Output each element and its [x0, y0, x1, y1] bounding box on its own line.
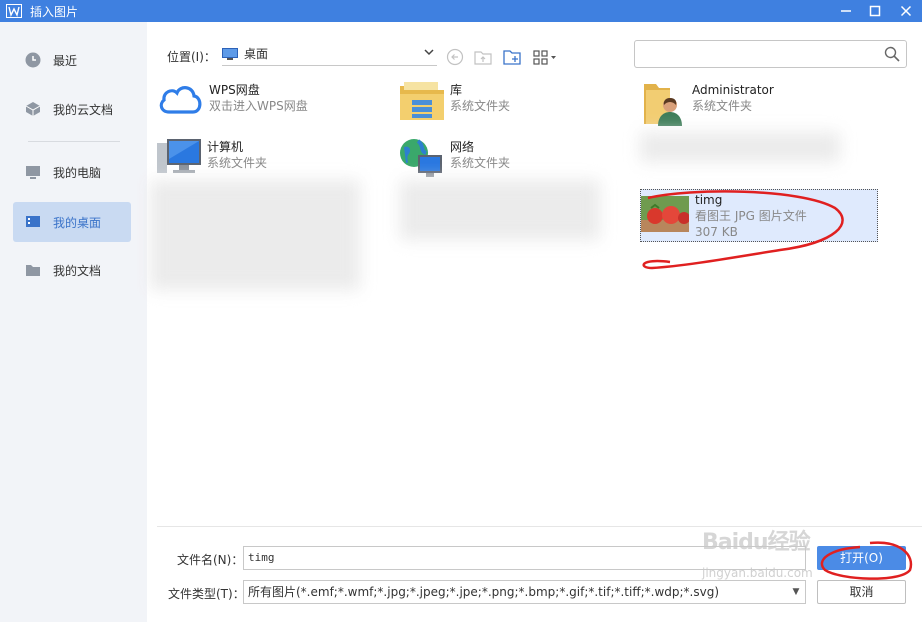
back-button[interactable]	[445, 47, 465, 67]
view-mode-button[interactable]	[532, 47, 560, 67]
network-globe-icon	[398, 137, 448, 181]
monitor-icon	[25, 164, 41, 180]
file-name: 网络	[450, 140, 475, 154]
sidebar: 最近 我的云文档 我的电脑 我的桌面 我的文档	[0, 22, 147, 622]
sidebar-item-label: 我的云文档	[53, 102, 114, 117]
filename-label: 文件名(N)：	[177, 553, 244, 567]
grid-view-icon	[533, 50, 556, 65]
desktop-icon	[25, 214, 41, 230]
sidebar-item-label: 我的电脑	[53, 165, 102, 180]
file-name: WPS网盘	[209, 83, 260, 97]
sidebar-item-my-computer[interactable]: 我的电脑	[13, 152, 131, 192]
location-toolbar: 位置(I)： 桌面	[147, 22, 922, 72]
blurred-region	[150, 180, 360, 290]
location-label: 位置(I)：	[167, 50, 216, 64]
file-item-library[interactable]: 库 系统文件夹	[398, 80, 618, 120]
new-folder-button[interactable]	[502, 47, 522, 67]
search-input[interactable]	[634, 40, 907, 68]
filetype-value: 所有图片(*.emf;*.wmf;*.jpg;*.jpeg;*.jpe;*.pn…	[248, 585, 720, 599]
sidebar-item-label: 最近	[53, 53, 78, 68]
up-folder-icon	[474, 51, 492, 65]
folder-icon	[25, 262, 41, 278]
file-name: 计算机	[207, 140, 244, 154]
file-description: 双击进入WPS网盘	[209, 99, 308, 113]
file-item-network[interactable]: 网络 系统文件夹	[398, 137, 618, 177]
up-folder-button[interactable]	[473, 47, 493, 67]
file-name: Administrator	[692, 83, 774, 97]
file-description: 系统文件夹	[450, 99, 511, 113]
file-item-computer[interactable]: 计算机 系统文件夹	[155, 137, 375, 177]
minimize-icon	[841, 10, 851, 12]
red-annotation-circle	[642, 190, 844, 270]
close-icon	[900, 5, 912, 17]
filetype-select[interactable]: 所有图片(*.emf;*.wmf;*.jpg;*.jpeg;*.jpe;*.pn…	[243, 580, 806, 604]
blurred-region	[640, 132, 840, 162]
file-item-wps-drive[interactable]: WPS网盘 双击进入WPS网盘	[157, 80, 377, 120]
back-arrow-icon	[446, 48, 464, 66]
sidebar-item-recent[interactable]: 最近	[13, 40, 131, 80]
search-icon	[884, 46, 900, 62]
sidebar-divider	[28, 141, 120, 142]
red-annotation-circle	[820, 541, 913, 580]
file-description: 系统文件夹	[450, 156, 511, 170]
sidebar-item-cloud-docs[interactable]: 我的云文档	[13, 89, 131, 129]
file-name: 库	[450, 83, 463, 97]
sidebar-item-label: 我的文档	[53, 263, 102, 278]
sidebar-item-label: 我的桌面	[53, 215, 102, 230]
desktop-small-icon	[222, 47, 238, 60]
wps-logo-icon	[6, 4, 22, 18]
chevron-down-icon	[424, 49, 434, 56]
filetype-label: 文件类型(T)：	[168, 587, 245, 601]
new-folder-icon	[503, 50, 521, 65]
cloud-icon	[157, 80, 207, 124]
sidebar-item-my-desktop[interactable]: 我的桌面	[13, 202, 131, 242]
location-dropdown[interactable]: 桌面	[222, 42, 437, 66]
cloud-box-icon	[25, 101, 41, 117]
maximize-button[interactable]	[861, 0, 889, 22]
window-title: 插入图片	[30, 4, 79, 19]
library-folder-icon	[398, 80, 448, 124]
user-folder-icon	[640, 80, 690, 126]
sidebar-item-my-documents[interactable]: 我的文档	[13, 250, 131, 290]
title-bar: 插入图片	[0, 0, 922, 22]
blurred-region	[400, 180, 600, 240]
file-item-administrator[interactable]: Administrator 系统文件夹	[640, 80, 880, 126]
maximize-icon	[869, 5, 881, 17]
filename-input[interactable]: timg	[243, 546, 806, 570]
file-description: 系统文件夹	[692, 99, 753, 113]
computer-icon	[155, 137, 205, 181]
file-description: 系统文件夹	[207, 156, 268, 170]
minimize-button[interactable]	[832, 0, 860, 22]
clock-icon	[25, 52, 41, 68]
location-value: 桌面	[244, 47, 269, 61]
close-button[interactable]	[892, 0, 920, 22]
